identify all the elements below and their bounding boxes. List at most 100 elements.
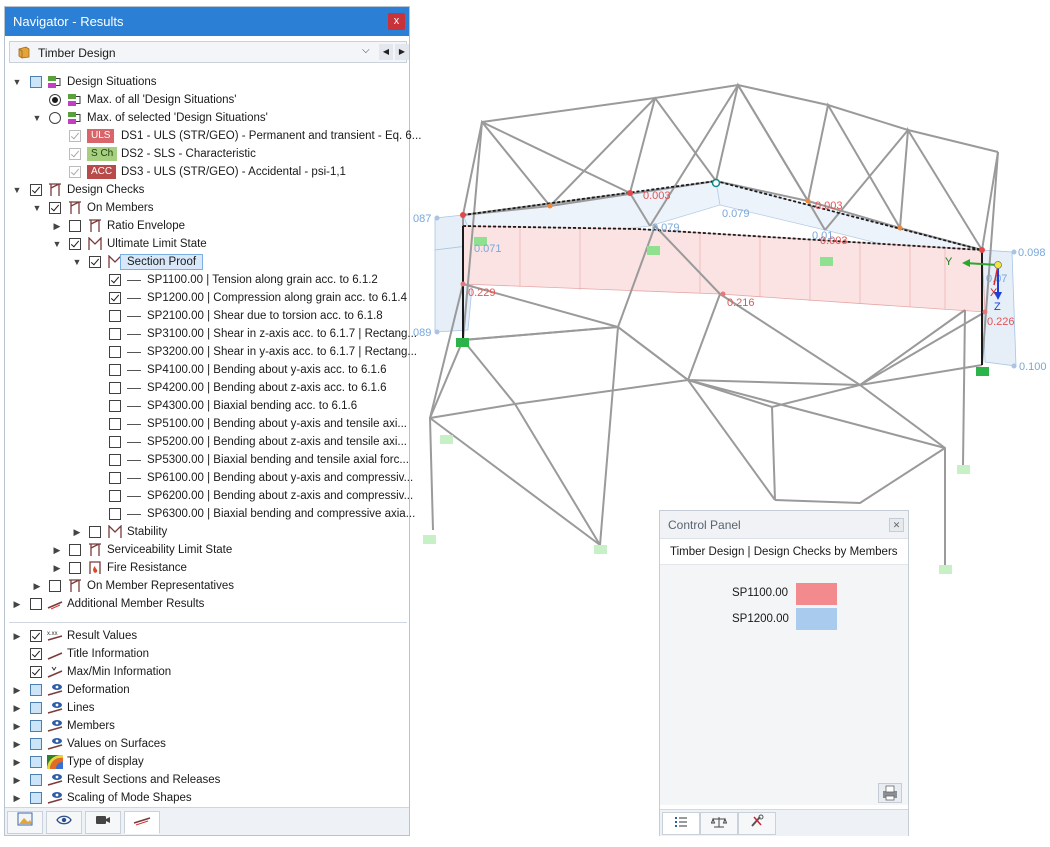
checkbox[interactable] (109, 400, 121, 412)
chevron-down-icon[interactable]: ▼ (31, 201, 43, 215)
tree-item-title-info[interactable]: Title Information (5, 645, 409, 663)
radio-button[interactable] (49, 112, 61, 124)
checkbox[interactable] (109, 508, 121, 520)
tree-item-check[interactable]: SP3200.00 | Shear in y-axis acc. to 6.1.… (5, 343, 417, 361)
chevron-right-icon[interactable]: ▶ (71, 525, 83, 539)
radio-button[interactable] (49, 94, 61, 106)
tree-item-deformation[interactable]: ▶ Deformation (5, 681, 409, 699)
tree-item-max-all[interactable]: Max. of all 'Design Situations' (5, 91, 409, 109)
chevron-right-icon[interactable]: ▶ (11, 737, 23, 751)
checkbox[interactable] (30, 684, 42, 696)
checkbox[interactable] (30, 184, 42, 196)
tree-item-values-on-surfaces[interactable]: ▶ Values on Surfaces (5, 735, 409, 753)
tab-legend[interactable] (662, 812, 700, 835)
arrow-right-icon[interactable]: ▶ (395, 44, 409, 60)
checkbox[interactable] (30, 738, 42, 750)
checkbox[interactable] (49, 580, 61, 592)
chevron-right-icon[interactable]: ▶ (51, 219, 63, 233)
checkbox[interactable] (30, 76, 42, 88)
checkbox[interactable] (109, 436, 121, 448)
chevron-down-icon[interactable]: ▼ (11, 183, 23, 197)
checkbox[interactable] (30, 648, 42, 660)
tree-item-check[interactable]: SP2100.00 | Shear due to torsion acc. to… (5, 307, 409, 325)
checkbox[interactable] (30, 756, 42, 768)
checkbox[interactable] (69, 238, 81, 250)
tree-item-on-members[interactable]: ▼ On Members (5, 199, 409, 217)
checkbox[interactable] (30, 598, 42, 610)
tree-item-section-proof[interactable]: ▼ Section Proof (5, 253, 409, 271)
checkbox[interactable] (109, 490, 121, 502)
tree-item-uls[interactable]: ▼ Ultimate Limit State (5, 235, 409, 253)
tree-item-result-sections[interactable]: ▶ Result Sections and Releases (5, 771, 409, 789)
tree-item-lines[interactable]: ▶ Lines (5, 699, 409, 717)
tree-item-check[interactable]: SP5300.00 | Biaxial bending and tensile … (5, 451, 409, 469)
checkbox[interactable] (109, 472, 121, 484)
tree-item-result-values[interactable]: ▶ x.xx Result Values (5, 627, 409, 645)
arrow-left-icon[interactable]: ◀ (379, 44, 393, 60)
tab-camera[interactable] (85, 811, 121, 834)
chevron-down-icon[interactable]: ▼ (71, 255, 83, 269)
checkbox[interactable] (109, 274, 121, 286)
checkbox[interactable] (30, 774, 42, 786)
tree-item-check[interactable]: SP4300.00 | Biaxial bending acc. to 6.1.… (5, 397, 409, 415)
checkbox[interactable] (109, 382, 121, 394)
tab-view[interactable] (46, 811, 82, 834)
tree-item-ds3[interactable]: ACC DS3 - ULS (STR/GEO) - Accidental - p… (5, 163, 409, 181)
checkbox[interactable] (49, 202, 61, 214)
chevron-right-icon[interactable]: ▶ (11, 719, 23, 733)
tree-item-mode-shapes[interactable]: ▶ Scaling of Mode Shapes (5, 789, 409, 807)
tree-item-check[interactable]: SP5100.00 | Bending about y-axis and ten… (5, 415, 409, 433)
tree-item-members[interactable]: ▶ Members (5, 717, 409, 735)
tree-item-design-checks[interactable]: ▼ Design Checks (5, 181, 409, 199)
tree-item-ds2[interactable]: S Ch DS2 - SLS - Characteristic (5, 145, 409, 163)
tree-item-stability[interactable]: ▶ Stability (5, 523, 409, 541)
checkbox[interactable] (89, 256, 101, 268)
tree-item-maxmin-info[interactable]: Max/Min Information (5, 663, 409, 681)
checkbox[interactable] (30, 630, 42, 642)
close-icon[interactable]: x (388, 13, 405, 30)
tree-item-check[interactable]: SP5200.00 | Bending about z-axis and ten… (5, 433, 409, 451)
chevron-right-icon[interactable]: ▶ (51, 543, 63, 557)
tree-item-max-selected[interactable]: ▼ Max. of selected 'Design Situations' (5, 109, 409, 127)
checkbox[interactable] (69, 544, 81, 556)
checkbox[interactable] (69, 166, 81, 178)
chevron-down-icon[interactable]: ⌵ (362, 45, 370, 56)
checkbox[interactable] (109, 454, 121, 466)
tree-item-ratio-envelope[interactable]: ▶ Ratio Envelope (5, 217, 409, 235)
chevron-down-icon[interactable]: ▼ (31, 111, 43, 125)
tree-item-check[interactable]: SP1200.00 | Compression along grain acc.… (5, 289, 409, 307)
print-icon[interactable] (878, 783, 902, 803)
checkbox[interactable] (69, 148, 81, 160)
chevron-right-icon[interactable]: ▶ (31, 579, 43, 593)
tree-item-fire[interactable]: ▶ Fire Resistance (5, 559, 409, 577)
module-select[interactable]: Timber Design ⌵ ◀ ▶ (9, 41, 409, 63)
tree-item-check[interactable]: SP6200.00 | Bending about z-axis and com… (5, 487, 413, 505)
chevron-right-icon[interactable]: ▶ (11, 597, 23, 611)
tab-tools[interactable] (738, 812, 776, 835)
chevron-right-icon[interactable]: ▶ (11, 755, 23, 769)
chevron-down-icon[interactable]: ▼ (11, 75, 23, 89)
checkbox[interactable] (30, 666, 42, 678)
checkbox[interactable] (109, 418, 121, 430)
checkbox[interactable] (69, 220, 81, 232)
tab-results[interactable] (124, 811, 160, 834)
chevron-right-icon[interactable]: ▶ (11, 701, 23, 715)
tree-item-design-situations[interactable]: ▼ Design Situations (5, 73, 409, 91)
checkbox[interactable] (30, 792, 42, 804)
checkbox[interactable] (109, 328, 121, 340)
tree-item-check[interactable]: SP1100.00 | Tension along grain acc. to … (5, 271, 409, 289)
tree-item-member-reps[interactable]: ▶ On Member Representatives (5, 577, 409, 595)
chevron-right-icon[interactable]: ▶ (11, 629, 23, 643)
chevron-down-icon[interactable]: ▼ (51, 237, 63, 251)
checkbox[interactable] (30, 720, 42, 732)
tree-item-check[interactable]: SP6300.00 | Biaxial bending and compress… (5, 505, 415, 523)
tree-item-check[interactable]: SP6100.00 | Bending about y-axis and com… (5, 469, 413, 487)
tree-item-check[interactable]: SP4100.00 | Bending about y-axis acc. to… (5, 361, 409, 379)
tree-item-check[interactable]: SP3100.00 | Shear in z-axis acc. to 6.1.… (5, 325, 417, 343)
tree-item-additional[interactable]: ▶ Additional Member Results (5, 595, 409, 613)
chevron-right-icon[interactable]: ▶ (11, 791, 23, 805)
checkbox[interactable] (69, 562, 81, 574)
checkbox[interactable] (30, 702, 42, 714)
checkbox[interactable] (109, 310, 121, 322)
chevron-right-icon[interactable]: ▶ (51, 561, 63, 575)
